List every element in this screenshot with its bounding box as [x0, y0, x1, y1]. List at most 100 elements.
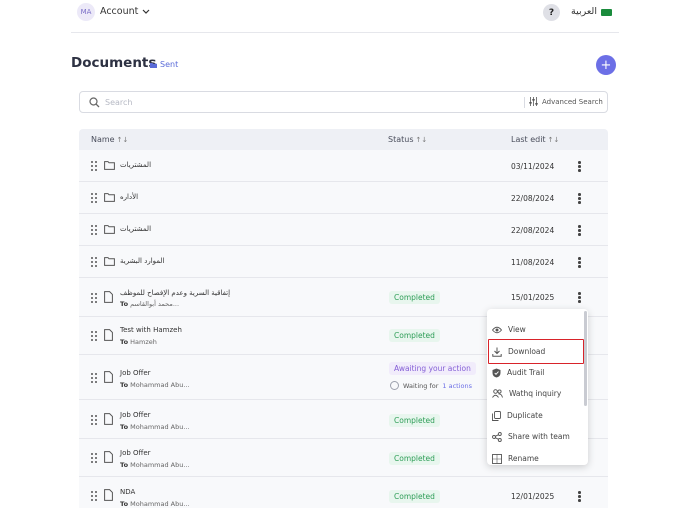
- row-recipient: To Mohammad Abu...: [120, 423, 190, 431]
- add-document-button[interactable]: +: [596, 55, 616, 75]
- shield-icon: [492, 368, 501, 377]
- menu-item-share-with-team[interactable]: Share with team: [489, 426, 583, 447]
- table-row[interactable]: المشتريات 03/11/2024: [79, 150, 608, 182]
- share-icon: [492, 431, 502, 442]
- row-name: Test with Hamzeh: [120, 326, 182, 334]
- row-date: 22/08/2024: [511, 194, 555, 203]
- help-button[interactable]: ?: [543, 4, 560, 21]
- menu-item-rename[interactable]: Rename: [489, 448, 583, 469]
- chevron-down-icon: [142, 9, 150, 14]
- drag-handle-icon[interactable]: [91, 193, 97, 203]
- row-name: المشتريات: [120, 161, 152, 169]
- document-icon: [104, 329, 113, 341]
- document-icon: [104, 371, 113, 383]
- sort-icon: ↑↓: [547, 135, 560, 144]
- sent-filter[interactable]: Sent: [150, 60, 178, 69]
- search-input[interactable]: [105, 95, 505, 110]
- row-name: الموارد البشرية: [120, 257, 165, 265]
- drag-handle-icon[interactable]: [91, 453, 97, 463]
- menu-item-duplicate[interactable]: Duplicate: [489, 405, 583, 426]
- document-icon: [104, 291, 113, 303]
- row-name: NDA: [120, 488, 136, 496]
- table-row[interactable]: NDA To Mohammad Abu... Completed 12/01/2…: [79, 477, 608, 508]
- row-name: الأداره: [120, 193, 139, 201]
- menu-item-view[interactable]: View: [489, 319, 583, 340]
- more-options-icon[interactable]: [578, 193, 581, 204]
- row-date: 03/11/2024: [511, 162, 555, 171]
- drag-handle-icon[interactable]: [91, 225, 97, 235]
- eye-icon: [492, 326, 502, 333]
- row-name: إتفاقية السرية وعدم الإفصاح للموظف: [120, 289, 231, 297]
- sent-label: Sent: [160, 60, 179, 69]
- row-context-menu: View Download Audit Trail Wathq inquiry …: [487, 309, 588, 465]
- status-badge: Awaiting your action: [389, 362, 476, 375]
- document-icon: [104, 489, 113, 501]
- status-badge: Completed: [389, 414, 440, 427]
- search-bar: Advanced Search: [79, 91, 608, 113]
- row-date: 12/01/2025: [511, 492, 555, 501]
- drag-handle-icon[interactable]: [91, 257, 97, 267]
- flag-icon: [601, 9, 612, 16]
- language-switch[interactable]: العربية: [571, 6, 597, 17]
- folder-icon: [104, 161, 115, 170]
- more-options-icon[interactable]: [578, 161, 581, 172]
- status-badge: Completed: [389, 490, 440, 503]
- search-divider: [524, 97, 525, 108]
- drag-handle-icon[interactable]: [91, 373, 97, 383]
- more-options-icon[interactable]: [578, 257, 581, 268]
- row-recipient: To محمد أبوالقاسم...: [120, 300, 180, 308]
- advanced-search-label: Advanced Search: [542, 97, 603, 106]
- users-icon: [492, 389, 503, 398]
- waiting-actions-link[interactable]: 1 actions: [442, 382, 472, 390]
- page-title: Documents: [71, 55, 157, 71]
- drag-handle-icon[interactable]: [91, 491, 97, 501]
- column-header-name[interactable]: Name ↑↓: [91, 135, 128, 144]
- sort-icon: ↑↓: [116, 135, 129, 144]
- menu-item-audit-trail[interactable]: Audit Trail: [489, 362, 583, 383]
- column-header-last-edit[interactable]: Last edit ↑↓: [511, 135, 559, 144]
- row-name: Job Offer: [120, 449, 151, 457]
- menu-scrollbar[interactable]: [584, 311, 587, 406]
- status-badge: Completed: [389, 329, 440, 342]
- folder-icon: [104, 225, 115, 234]
- row-date: 22/08/2024: [511, 226, 555, 235]
- advanced-search-button[interactable]: Advanced Search: [529, 97, 603, 106]
- top-bar: MA Account ? العربية: [71, 0, 619, 33]
- rename-icon: [492, 453, 502, 464]
- folder-icon: [104, 193, 115, 202]
- column-header-status[interactable]: Status ↑↓: [388, 135, 427, 144]
- row-recipient: To Mohammad Abu...: [120, 461, 190, 469]
- more-options-icon[interactable]: [578, 292, 581, 303]
- copy-icon: [492, 410, 501, 421]
- table-header: Name ↑↓ Status ↑↓ Last edit ↑↓: [79, 129, 608, 150]
- more-options-icon[interactable]: [578, 491, 581, 502]
- drag-handle-icon[interactable]: [91, 415, 97, 425]
- drag-handle-icon[interactable]: [91, 293, 97, 303]
- sort-icon: ↑↓: [415, 135, 428, 144]
- sliders-icon: [529, 97, 538, 106]
- row-date: 11/08/2024: [511, 258, 555, 267]
- search-icon: [89, 97, 100, 108]
- account-menu[interactable]: Account: [100, 6, 150, 17]
- waiting-info: Waiting for 1 actions: [390, 381, 472, 390]
- status-badge: Completed: [389, 291, 440, 304]
- row-name: Job Offer: [120, 369, 151, 377]
- menu-item-wathq-inquiry[interactable]: Wathq inquiry: [489, 383, 583, 404]
- row-recipient: To Mohammad Abu...: [120, 381, 190, 389]
- download-icon: [492, 347, 502, 357]
- menu-item-download[interactable]: Download: [488, 339, 584, 364]
- avatar[interactable]: MA: [77, 3, 95, 21]
- drag-handle-icon[interactable]: [91, 161, 97, 171]
- drag-handle-icon[interactable]: [91, 331, 97, 341]
- table-row[interactable]: الموارد البشرية 11/08/2024: [79, 246, 608, 278]
- row-name: Job Offer: [120, 411, 151, 419]
- table-row[interactable]: الأداره 22/08/2024: [79, 182, 608, 214]
- account-label: Account: [100, 6, 139, 17]
- row-name: المشتريات: [120, 225, 152, 233]
- more-options-icon[interactable]: [578, 225, 581, 236]
- row-recipient: To Mohammad Abu...: [120, 500, 190, 508]
- table-row[interactable]: المشتريات 22/08/2024: [79, 214, 608, 246]
- status-badge: Completed: [389, 452, 440, 465]
- pending-circle-icon: [390, 381, 399, 390]
- folder-icon: [150, 62, 157, 68]
